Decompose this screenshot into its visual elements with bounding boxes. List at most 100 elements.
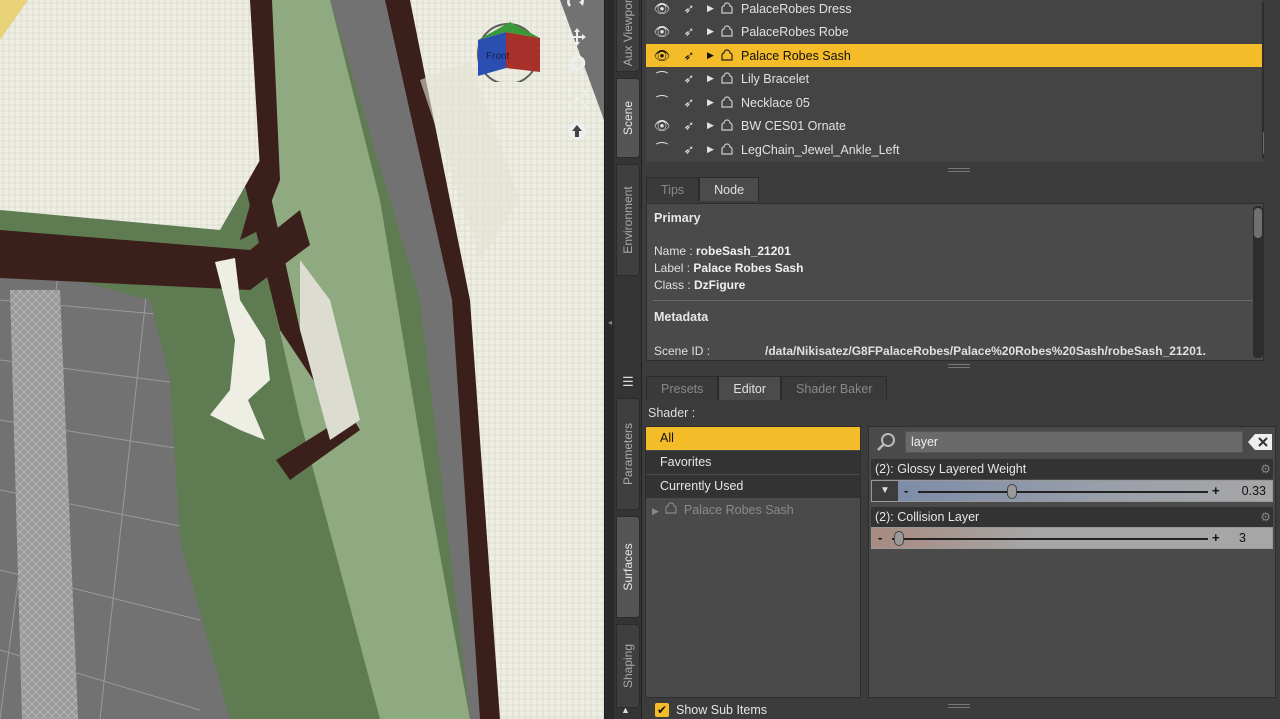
figure-icon: [719, 0, 737, 17]
eye-icon[interactable]: 👁: [651, 48, 673, 64]
scene-item-palacerobes-dress[interactable]: 👁 ➶ ▶ PalaceRobes Dress: [646, 0, 1264, 20]
clear-search-icon[interactable]: [1247, 433, 1273, 451]
select-cursor-icon[interactable]: ➶: [679, 95, 699, 111]
3d-viewport[interactable]: Front: [0, 0, 604, 719]
search-icon[interactable]: [875, 431, 899, 453]
surface-list: All Favorites Currently Used ▶ Palace Ro…: [645, 426, 861, 717]
glossy-layered-weight-slider[interactable]: ▼ - + 0.33: [871, 480, 1273, 502]
scene-scrollbar[interactable]: [1262, 0, 1264, 160]
info-tabbar: Tips Node: [646, 177, 760, 201]
expand-arrow-icon[interactable]: ▶: [707, 26, 717, 37]
scene-item-legchain-jewel-ankle-left[interactable]: ⁀ ➶ ▶ LegChain_Jewel_Ankle_Left: [646, 138, 1264, 161]
surfaces-resize-grip[interactable]: [948, 704, 970, 708]
select-cursor-icon[interactable]: ➶: [679, 48, 699, 64]
expand-arrow-icon[interactable]: ▶: [707, 3, 717, 14]
tab-shaping[interactable]: Shaping: [616, 624, 640, 708]
rotate-icon[interactable]: [566, 0, 594, 16]
zoom-icon[interactable]: [566, 54, 594, 78]
surface-item-label: Palace Robes Sash: [683, 503, 794, 517]
divider: [653, 300, 1257, 301]
select-cursor-icon[interactable]: ➶: [679, 118, 699, 134]
slider-knob[interactable]: [1007, 484, 1017, 499]
expand-arrow-icon[interactable]: ▶: [707, 144, 717, 155]
select-cursor-icon[interactable]: ➶: [679, 71, 699, 87]
tab-parameters[interactable]: Parameters: [616, 398, 640, 510]
tab-node[interactable]: Node: [699, 177, 760, 201]
tab-scene[interactable]: Scene: [616, 78, 640, 158]
tab-tips[interactable]: Tips: [646, 177, 700, 201]
search-input[interactable]: [905, 431, 1243, 453]
tab-surfaces[interactable]: Surfaces: [616, 516, 640, 618]
scene-item-palace-robes-sash[interactable]: 👁 ➶ ▶ Palace Robes Sash: [646, 44, 1264, 67]
vertical-tab-strip: Aux Viewport Scene Environment ☰ Paramet…: [614, 0, 642, 719]
scene-id-value: /data/Nikisatez/G8FPalaceRobes/Palace%20…: [765, 344, 1206, 358]
eye-icon[interactable]: 👁: [651, 1, 673, 17]
select-cursor-icon[interactable]: ➶: [679, 24, 699, 40]
expand-arrow-icon[interactable]: ▶: [707, 73, 717, 84]
scene-item-bw-ces01-ornate[interactable]: 👁 ➶ ▶ BW CES01 Ornate: [646, 114, 1264, 137]
expand-arrow-icon[interactable]: ▶: [707, 120, 717, 131]
plus-icon[interactable]: +: [1212, 483, 1220, 498]
figure-icon: [662, 502, 680, 517]
slider-track: [918, 491, 1208, 493]
scene-item-necklace-05[interactable]: ⁀ ➶ ▶ Necklace 05: [646, 91, 1264, 114]
node-scrollbar[interactable]: [1253, 206, 1263, 358]
scene-item-label: Necklace 05: [741, 95, 810, 110]
dropdown-arrow-icon[interactable]: ▼: [872, 481, 898, 501]
surface-item-currently-used[interactable]: Currently Used: [646, 475, 860, 498]
orbit-up-icon[interactable]: [566, 120, 594, 144]
slider-track: [892, 538, 1208, 540]
eye-closed-icon[interactable]: ⁀: [651, 95, 673, 111]
expand-arrow-icon[interactable]: ▶: [707, 97, 717, 108]
panel-menu-icon[interactable]: ☰: [619, 374, 637, 390]
glossy-layered-weight-value[interactable]: 0.33: [1242, 481, 1266, 501]
viewport-splitter[interactable]: ◂: [604, 0, 614, 719]
gear-icon[interactable]: ⚙: [1260, 507, 1271, 527]
frame-icon[interactable]: [566, 88, 594, 112]
collision-layer-value[interactable]: 3: [1239, 528, 1246, 548]
minus-icon[interactable]: -: [904, 483, 908, 498]
node-label-row: Label : Palace Robes Sash: [654, 261, 804, 275]
splitter-grip-icon: ◂: [608, 318, 613, 327]
param-glossy-layered-weight-label: (2): Glossy Layered Weight ⚙: [871, 459, 1273, 479]
tab-environment[interactable]: Environment: [616, 164, 640, 276]
eye-closed-icon[interactable]: ⁀: [651, 142, 673, 158]
scene-item-lily-bracelet[interactable]: ⁀ ➶ ▶ Lily Bracelet: [646, 67, 1264, 90]
surface-item-palace-robes-sash[interactable]: ▶ Palace Robes Sash: [646, 499, 860, 522]
figure-icon: [719, 23, 737, 40]
tab-presets[interactable]: Presets: [646, 376, 719, 400]
surface-item-favorites[interactable]: Favorites: [646, 451, 860, 474]
scene-list: 👁 ➶ ▶ PalaceRobes Dress 👁 ➶ ▶ PalaceRobe…: [646, 0, 1264, 162]
expand-arrow-icon[interactable]: ▶: [707, 50, 717, 61]
scene-item-palacerobes-robe[interactable]: 👁 ➶ ▶ PalaceRobes Robe: [646, 20, 1264, 43]
surfaces-tabbar: Presets Editor Shader Baker: [646, 376, 888, 400]
gear-icon[interactable]: ⚙: [1260, 459, 1271, 479]
figure-icon: [719, 94, 737, 111]
viewport-render: [0, 0, 604, 719]
scene-id-label: Scene ID :: [654, 344, 711, 358]
tab-shader-baker[interactable]: Shader Baker: [781, 376, 888, 400]
node-resize-grip[interactable]: [948, 364, 970, 368]
scene-scrollbar-thumb[interactable]: [1263, 130, 1264, 156]
node-info-panel: Primary Name : robeSash_21201 Label : Pa…: [646, 203, 1264, 361]
select-cursor-icon[interactable]: ➶: [679, 142, 699, 158]
eye-closed-icon[interactable]: ⁀: [651, 71, 673, 87]
tab-editor[interactable]: Editor: [718, 376, 782, 400]
node-scrollbar-thumb[interactable]: [1254, 208, 1262, 238]
tab-aux-viewport[interactable]: Aux Viewport: [616, 0, 640, 72]
scroll-up-icon[interactable]: ▲: [621, 705, 630, 715]
pan-icon[interactable]: [566, 26, 594, 50]
scene-resize-grip[interactable]: [948, 168, 970, 172]
view-cube[interactable]: Front: [470, 14, 548, 82]
eye-icon[interactable]: 👁: [651, 118, 673, 134]
minus-icon[interactable]: -: [878, 530, 882, 545]
expand-arrow-icon[interactable]: ▶: [652, 506, 659, 516]
select-cursor-icon[interactable]: ➶: [679, 1, 699, 17]
plus-icon[interactable]: +: [1212, 530, 1220, 545]
slider-knob[interactable]: [894, 531, 904, 546]
surface-item-all[interactable]: All: [646, 427, 860, 450]
collision-layer-slider[interactable]: - + 3: [871, 527, 1273, 549]
eye-icon[interactable]: 👁: [651, 24, 673, 40]
parameter-area: (2): Glossy Layered Weight ⚙ ▼ - + 0.33 …: [868, 426, 1276, 698]
show-sub-items-checkbox[interactable]: ✔: [655, 703, 669, 717]
